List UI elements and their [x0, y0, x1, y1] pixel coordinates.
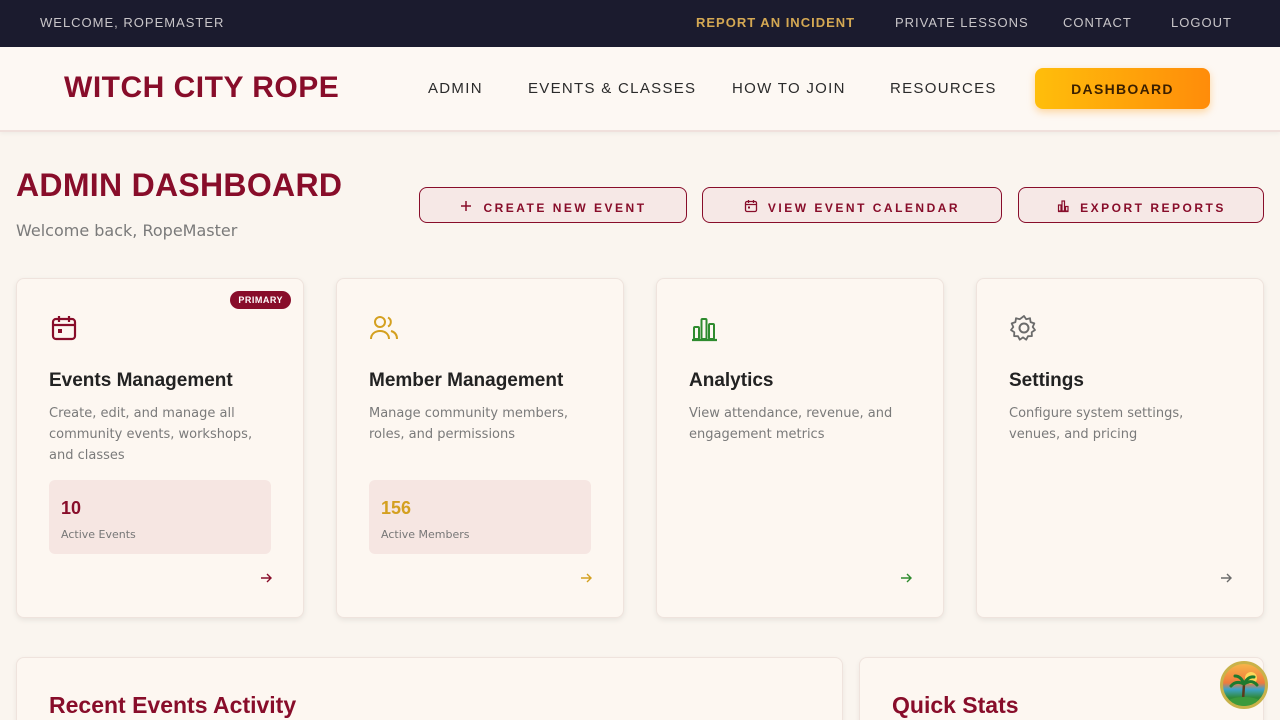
dashboard-button[interactable]: DASHBOARD: [1035, 68, 1210, 109]
user-avatar[interactable]: [1220, 661, 1268, 709]
create-event-label: CREATE NEW EVENT: [483, 201, 647, 215]
plus-icon: [461, 201, 472, 211]
brand-logo[interactable]: WITCH CITY ROPE: [64, 71, 339, 105]
arrow-right-icon[interactable]: [259, 571, 273, 585]
logout-link[interactable]: LOGOUT: [1171, 15, 1232, 30]
events-management-card[interactable]: PRIMARY Events Management Create, edit, …: [16, 278, 304, 618]
card-title: Analytics: [689, 370, 774, 391]
stat-box: 10 Active Events: [49, 480, 271, 554]
users-icon: [369, 313, 399, 343]
card-title: Member Management: [369, 370, 564, 391]
arrow-right-icon[interactable]: [899, 571, 913, 585]
page-title: ADMIN DASHBOARD: [16, 167, 343, 203]
arrow-right-icon[interactable]: [579, 571, 593, 585]
private-lessons-link[interactable]: PRIVATE LESSONS: [895, 15, 1029, 30]
bar-chart-icon: [1058, 200, 1069, 213]
card-title: Events Management: [49, 370, 233, 391]
contact-link[interactable]: CONTACT: [1063, 15, 1132, 30]
card-description: Create, edit, and manage all community e…: [49, 406, 253, 463]
welcome-text: WELCOME, ROPEMASTER: [40, 15, 225, 30]
page-subtitle: Welcome back, RopeMaster: [16, 221, 238, 240]
recent-events-panel: Recent Events Activity: [16, 657, 843, 720]
card-description: Configure system settings, venues, and p…: [1009, 406, 1184, 442]
bar-chart-icon: [689, 313, 719, 343]
stat-box: 156 Active Members: [369, 480, 591, 554]
active-members-count: 156: [381, 498, 412, 518]
create-event-button[interactable]: CREATE NEW EVENT: [419, 187, 687, 223]
stat-label: Active Events: [61, 528, 136, 541]
quick-stats-heading: Quick Stats: [892, 692, 1019, 718]
card-title: Settings: [1009, 370, 1084, 391]
nav-admin[interactable]: ADMIN: [428, 80, 483, 97]
calendar-icon: [49, 313, 79, 343]
view-calendar-button[interactable]: VIEW EVENT CALENDAR: [702, 187, 1002, 223]
report-incident-link[interactable]: REPORT AN INCIDENT: [696, 15, 855, 30]
analytics-card[interactable]: Analytics View attendance, revenue, and …: [656, 278, 944, 618]
card-description: View attendance, revenue, and engagement…: [689, 406, 893, 442]
recent-events-heading: Recent Events Activity: [49, 692, 297, 718]
nav-events-classes[interactable]: EVENTS & CLASSES: [528, 80, 696, 97]
calendar-icon: [744, 200, 758, 213]
nav-how-to-join[interactable]: HOW TO JOIN: [732, 80, 846, 97]
active-events-count: 10: [61, 498, 82, 518]
primary-badge: PRIMARY: [230, 291, 291, 309]
utility-bar: WELCOME, ROPEMASTER REPORT AN INCIDENT P…: [0, 0, 1280, 47]
export-reports-label: EXPORT REPORTS: [1080, 201, 1226, 215]
member-management-card[interactable]: Member Management Manage community membe…: [336, 278, 624, 618]
settings-card[interactable]: Settings Configure system settings, venu…: [976, 278, 1264, 618]
stat-label: Active Members: [381, 528, 470, 541]
arrow-right-icon[interactable]: [1219, 571, 1233, 585]
gear-icon: [1009, 313, 1039, 343]
nav-resources[interactable]: RESOURCES: [890, 80, 997, 97]
card-description: Manage community members, roles, and per…: [369, 406, 569, 442]
palm-tree-icon: [1228, 672, 1260, 706]
export-reports-button[interactable]: EXPORT REPORTS: [1018, 187, 1264, 223]
main-header: WITCH CITY ROPE ADMIN EVENTS & CLASSES H…: [0, 47, 1280, 132]
quick-stats-panel: Quick Stats: [859, 657, 1264, 720]
view-calendar-label: VIEW EVENT CALENDAR: [767, 201, 961, 215]
